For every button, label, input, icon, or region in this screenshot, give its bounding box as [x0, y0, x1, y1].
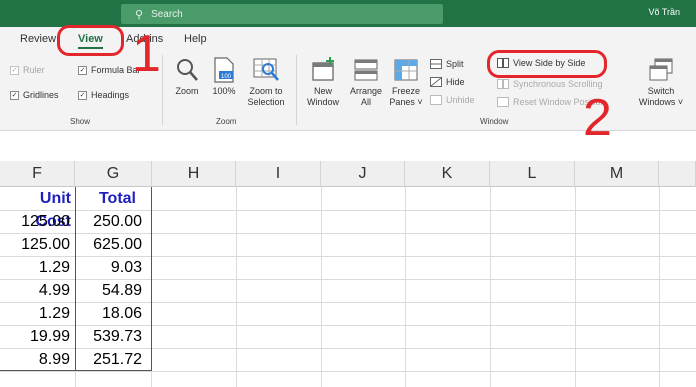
annotation-number-1: 1	[132, 25, 161, 83]
headings-checkbox[interactable]: ✓ Headings	[78, 90, 129, 100]
check-icon: ✓	[10, 90, 19, 100]
freeze-panes-button[interactable]: Freeze Panes ˅	[386, 57, 426, 108]
grid-line	[490, 187, 491, 387]
svg-text:100: 100	[221, 74, 232, 80]
show-group-title: Show	[70, 117, 91, 126]
spreadsheet-grid[interactable]: F G H I J K L M Unit Cost Total 125.00 2…	[0, 131, 696, 387]
new-window-icon	[312, 57, 334, 81]
cell-unit-cost[interactable]: 125.00	[0, 210, 70, 233]
check-icon: ✓	[10, 65, 19, 75]
new-window-button[interactable]: New Window	[302, 57, 344, 108]
cell-unit-cost[interactable]: 19.99	[0, 325, 70, 348]
tab-help[interactable]: Help	[184, 33, 207, 45]
arrange-label-1: Arrange	[349, 86, 383, 96]
switch-label-2: Windows ˅	[638, 97, 684, 107]
page-100-icon: 100	[214, 57, 234, 83]
search-icon: ⚲	[135, 8, 144, 21]
split-button[interactable]: Split	[430, 59, 464, 69]
header-unit-cost[interactable]: Unit Cost	[0, 187, 71, 230]
zoom-selection-icon	[253, 58, 279, 81]
group-divider	[296, 55, 297, 125]
window-group-title: Window	[480, 117, 509, 126]
zoom-100-label: 100%	[212, 86, 236, 96]
split-icon	[430, 59, 442, 69]
zoom-to-label: Zoom to	[249, 86, 283, 96]
cell-unit-cost[interactable]: 4.99	[0, 279, 70, 302]
sync-scrolling-label: Synchronous Scrolling	[513, 79, 603, 89]
zoom-to-selection-button[interactable]: Zoom to Selection	[242, 57, 290, 108]
grid-line	[236, 187, 237, 387]
unhide-label: Unhide	[446, 95, 475, 105]
new-window-label-1: New	[313, 86, 332, 96]
cell-total[interactable]: 251.72	[76, 348, 142, 371]
cell-unit-cost[interactable]: 1.29	[0, 256, 70, 279]
column-header-next[interactable]	[659, 161, 696, 187]
cell-total[interactable]: 9.03	[76, 256, 142, 279]
check-icon: ✓	[78, 90, 87, 100]
new-window-label-2: Window	[306, 97, 339, 107]
ruler-label: Ruler	[23, 65, 45, 75]
grid-line	[405, 187, 406, 387]
cell-unit-cost[interactable]: 1.29	[0, 302, 70, 325]
grid-line	[0, 371, 696, 372]
column-header-h[interactable]: H	[152, 161, 236, 187]
ruler-checkbox[interactable]: ✓ Ruler	[10, 65, 45, 75]
column-header-l[interactable]: L	[490, 161, 575, 187]
zoom-label: Zoom	[175, 86, 199, 96]
freeze-label-2: Panes ˅	[389, 97, 423, 107]
zoom-group-title: Zoom	[216, 117, 237, 126]
cell-total[interactable]: 18.06	[76, 302, 142, 325]
headings-label: Headings	[91, 90, 130, 100]
header-total[interactable]: Total	[76, 187, 136, 210]
split-label: Split	[446, 59, 464, 69]
switch-windows-button[interactable]: Switch Windows ˅	[634, 57, 688, 108]
zoom-button[interactable]: Zoom	[170, 57, 204, 97]
magnifier-icon	[177, 59, 198, 81]
freeze-label-1: Freeze	[391, 86, 420, 96]
reset-position-icon	[497, 97, 509, 107]
grid-line	[659, 187, 660, 387]
group-divider	[162, 55, 163, 125]
selection-label: Selection	[247, 97, 285, 107]
cell-total[interactable]: 625.00	[76, 233, 142, 256]
arrange-all-button[interactable]: Arrange All	[345, 57, 387, 108]
arrange-label-2: All	[360, 97, 371, 107]
switch-windows-icon	[649, 58, 673, 81]
search-box[interactable]: ⚲ Search	[121, 4, 443, 24]
unhide-icon	[430, 95, 442, 105]
column-header-f[interactable]: F	[0, 161, 75, 187]
hide-label: Hide	[446, 77, 465, 87]
grid-line	[575, 187, 576, 387]
cell-total[interactable]: 250.00	[76, 210, 142, 233]
cell-unit-cost[interactable]: 125.00	[0, 233, 70, 256]
user-name[interactable]: Võ Trần	[648, 7, 680, 17]
annotation-number-2: 2	[583, 89, 612, 147]
cell-total[interactable]: 54.89	[76, 279, 142, 302]
cell-unit-cost[interactable]: 8.99	[0, 348, 70, 371]
gridlines-label: Gridlines	[23, 90, 59, 100]
switch-label-1: Switch	[647, 86, 675, 96]
search-placeholder: Search	[151, 8, 183, 20]
hide-icon	[430, 77, 442, 87]
hide-button[interactable]: Hide	[430, 77, 465, 87]
column-header-k[interactable]: K	[405, 161, 490, 187]
grid-line	[321, 187, 322, 387]
zoom-100-button[interactable]: 100 100%	[208, 57, 240, 97]
cell-total[interactable]: 539.73	[76, 325, 142, 348]
gridlines-checkbox[interactable]: ✓ Gridlines	[10, 90, 59, 100]
title-bar: ⚲ Search Võ Trần	[0, 0, 696, 27]
highlight-view-tab	[57, 25, 124, 56]
synchronous-scrolling-button[interactable]: Synchronous Scrolling	[497, 79, 603, 89]
unhide-button[interactable]: Unhide	[430, 95, 475, 105]
column-header-m[interactable]: M	[575, 161, 659, 187]
column-header-i[interactable]: I	[236, 161, 321, 187]
tab-review[interactable]: Review	[20, 33, 56, 45]
sync-scroll-icon	[497, 79, 509, 89]
arrange-all-icon	[354, 59, 378, 81]
highlight-view-side-by-side	[487, 50, 607, 78]
column-header-g[interactable]: G	[75, 161, 152, 187]
freeze-panes-icon	[394, 59, 418, 81]
column-header-j[interactable]: J	[321, 161, 405, 187]
check-icon: ✓	[78, 65, 87, 75]
